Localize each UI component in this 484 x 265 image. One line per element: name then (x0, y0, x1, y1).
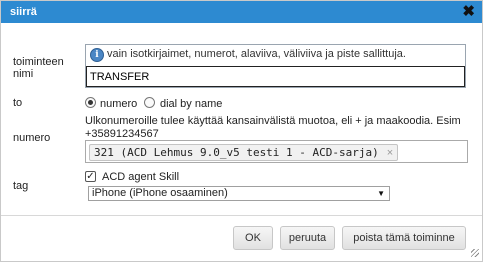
resize-grip-icon[interactable] (471, 249, 479, 257)
name-info-text: vain isotkirjaimet, numerot, alaviiva, v… (107, 48, 406, 60)
dialog-titlebar[interactable]: siirrä ✖ (1, 1, 482, 23)
numero-label: numero (13, 132, 51, 144)
tag-label: tag (13, 180, 29, 192)
skill-select-value: iPhone (iPhone osaaminen) (92, 187, 228, 199)
name-input[interactable] (86, 66, 465, 87)
numero-help-text: Ulkonumeroille tulee käyttää kansainväli… (85, 115, 461, 140)
numero-chip-text: 321 (ACD Lehmus 9.0_v5 testi 1 - ACD-sar… (94, 146, 379, 159)
skill-select[interactable]: iPhone (iPhone osaaminen) ▼ (88, 186, 390, 201)
info-icon: i (90, 48, 104, 62)
ok-button[interactable]: OK (233, 226, 273, 250)
radio-dial-by-name[interactable] (144, 97, 155, 108)
numero-chip-field[interactable]: 321 (ACD Lehmus 9.0_v5 testi 1 - ACD-sar… (85, 140, 468, 163)
delete-action-button[interactable]: poista tämä toiminne (342, 226, 466, 250)
chip-remove-icon[interactable]: × (387, 147, 393, 159)
numero-chip: 321 (ACD Lehmus 9.0_v5 testi 1 - ACD-sar… (89, 144, 399, 161)
transfer-dialog: siirrä ✖ toiminteen nimi i vain isotkirj… (0, 0, 483, 262)
name-field-group: i vain isotkirjaimet, numerot, alaviiva,… (85, 44, 466, 88)
cancel-button[interactable]: peruuta (280, 226, 335, 250)
name-label: toiminteen nimi (13, 56, 64, 80)
dialog-title: siirrä (10, 6, 37, 18)
dropdown-arrow-icon: ▼ (377, 189, 385, 198)
footer-divider (1, 215, 482, 216)
acd-skill-label[interactable]: ACD agent Skill (102, 171, 179, 183)
radio-numero[interactable] (85, 97, 96, 108)
close-icon[interactable]: ✖ (462, 3, 475, 20)
to-label: to (13, 97, 23, 109)
radio-dial-by-name-label[interactable]: dial by name (160, 98, 222, 110)
acd-skill-checkbox[interactable]: ✓ (85, 171, 96, 182)
radio-numero-label[interactable]: numero (100, 98, 137, 110)
